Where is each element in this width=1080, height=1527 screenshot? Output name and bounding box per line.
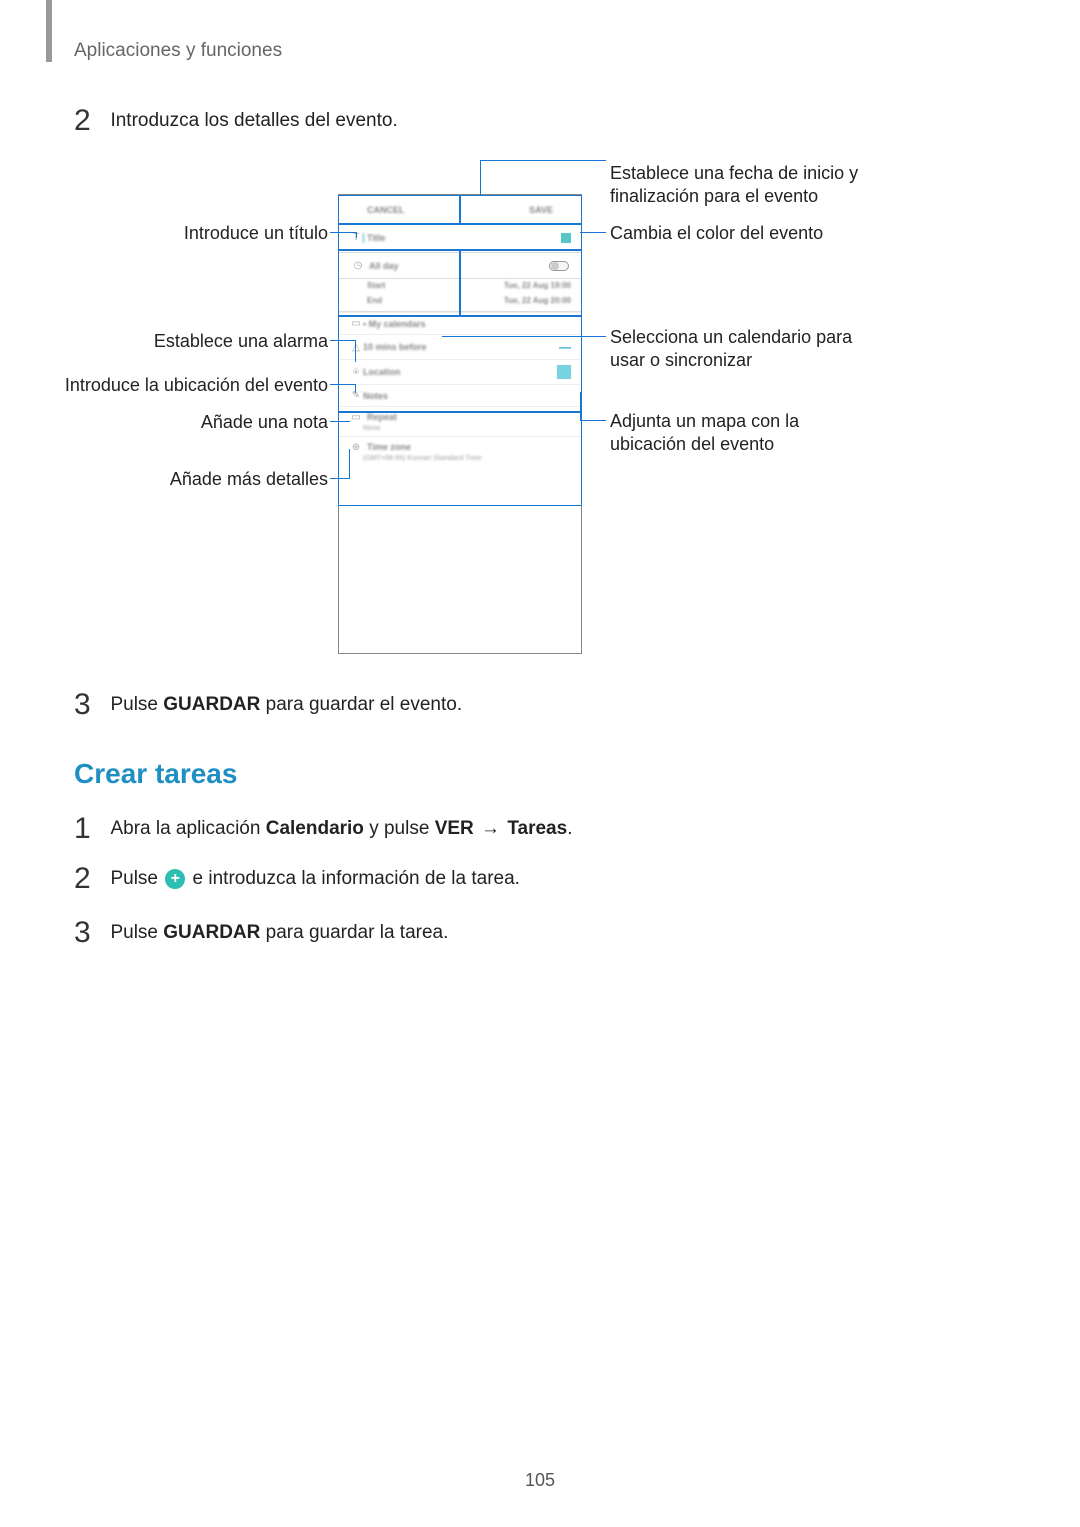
callout-note: Añade una nota bbox=[0, 411, 328, 434]
event-editor-screenshot: CANCEL SAVE T Title ◷ All day StartTue, … bbox=[338, 194, 582, 654]
callout-map: Adjunta un mapa con la ubicación del eve… bbox=[610, 410, 870, 457]
task-step-3: 3 Pulse GUARDAR para guardar la tarea. bbox=[74, 916, 448, 950]
allday-label: All day bbox=[369, 261, 399, 271]
allday-toggle bbox=[549, 261, 569, 271]
step-number: 3 bbox=[74, 916, 102, 950]
repeat-label: Repeat bbox=[367, 412, 397, 423]
leader-line bbox=[330, 421, 350, 422]
map-thumbnail-icon bbox=[557, 365, 571, 379]
notes-label: Notes bbox=[363, 391, 388, 401]
pin-icon: ⍟ bbox=[349, 367, 363, 378]
leader-line bbox=[355, 340, 356, 362]
reminder-label: 10 mins before bbox=[363, 342, 427, 352]
leader-line bbox=[580, 392, 581, 420]
callout-date: Establece una fecha de inicio y finaliza… bbox=[610, 162, 870, 209]
timezone-label: Time zone bbox=[367, 442, 411, 453]
step-enter-details: 2 Introduzca los detalles del evento. bbox=[74, 104, 398, 138]
calendar-label: • My calendars bbox=[363, 319, 426, 329]
plus-icon: + bbox=[165, 869, 185, 889]
calendar-icon: ▭ bbox=[349, 318, 363, 329]
step-text: Pulse GUARDAR para guardar el evento. bbox=[110, 694, 462, 715]
callout-location: Introduce la ubicación del evento bbox=[0, 374, 328, 397]
save-button-label: SAVE bbox=[529, 205, 553, 215]
callout-calendar: Selecciona un calendario para usar o sin… bbox=[610, 326, 870, 373]
repeat-icon: ▭ bbox=[349, 412, 363, 423]
minus-icon: — bbox=[559, 340, 571, 354]
leader-line bbox=[355, 384, 356, 393]
step-text: Pulse GUARDAR para guardar la tarea. bbox=[110, 922, 448, 943]
callout-title: Introduce un título bbox=[0, 222, 328, 245]
step-save-event: 3 Pulse GUARDAR para guardar el evento. bbox=[74, 688, 462, 722]
leader-line bbox=[349, 449, 350, 479]
leader-line bbox=[330, 232, 356, 233]
clock-icon: ◷ bbox=[351, 260, 365, 271]
note-icon: ✎ bbox=[349, 390, 363, 401]
leader-line bbox=[330, 340, 356, 341]
step-text: Introduzca los detalles del evento. bbox=[110, 110, 397, 131]
callout-color: Cambia el color del evento bbox=[610, 222, 870, 245]
leader-line bbox=[480, 160, 606, 161]
task-step-2: 2 Pulse + e introduzca la información de… bbox=[74, 862, 520, 896]
leader-line bbox=[330, 384, 356, 385]
step-number: 2 bbox=[74, 104, 102, 138]
repeat-sub: None bbox=[363, 425, 581, 432]
step-number: 2 bbox=[74, 862, 102, 896]
leader-line bbox=[442, 336, 606, 337]
cancel-button-label: CANCEL bbox=[367, 205, 405, 215]
section-heading-crear-tareas: Crear tareas bbox=[74, 758, 237, 790]
header-accent-bar bbox=[46, 0, 52, 62]
leader-line bbox=[356, 232, 357, 238]
step-number: 3 bbox=[74, 688, 102, 722]
leader-line bbox=[580, 232, 606, 233]
color-swatch bbox=[561, 233, 571, 243]
globe-icon: ⊕ bbox=[349, 442, 363, 453]
callout-more: Añade más detalles bbox=[0, 468, 328, 491]
timezone-sub: (GMT+09:00) Korean Standard Time bbox=[363, 455, 581, 462]
breadcrumb: Aplicaciones y funciones bbox=[74, 40, 282, 62]
callout-alarm: Establece una alarma bbox=[0, 330, 328, 353]
step-text: Abra la aplicación Calendario y pulse VE… bbox=[110, 818, 572, 839]
leader-line bbox=[480, 160, 481, 195]
task-step-1: 1 Abra la aplicación Calendario y pulse … bbox=[74, 812, 572, 846]
step-number: 1 bbox=[74, 812, 102, 846]
leader-line bbox=[330, 478, 350, 479]
bell-icon: △ bbox=[349, 342, 363, 353]
leader-line bbox=[580, 420, 606, 421]
start-end-block: StartTue, 22 Aug 19:00 EndTue, 22 Aug 20… bbox=[339, 279, 581, 312]
page-number: 105 bbox=[0, 1470, 1080, 1491]
location-label: Location bbox=[363, 367, 401, 377]
step-text: Pulse + e introduzca la información de l… bbox=[110, 868, 520, 889]
title-field: Title bbox=[363, 233, 385, 243]
